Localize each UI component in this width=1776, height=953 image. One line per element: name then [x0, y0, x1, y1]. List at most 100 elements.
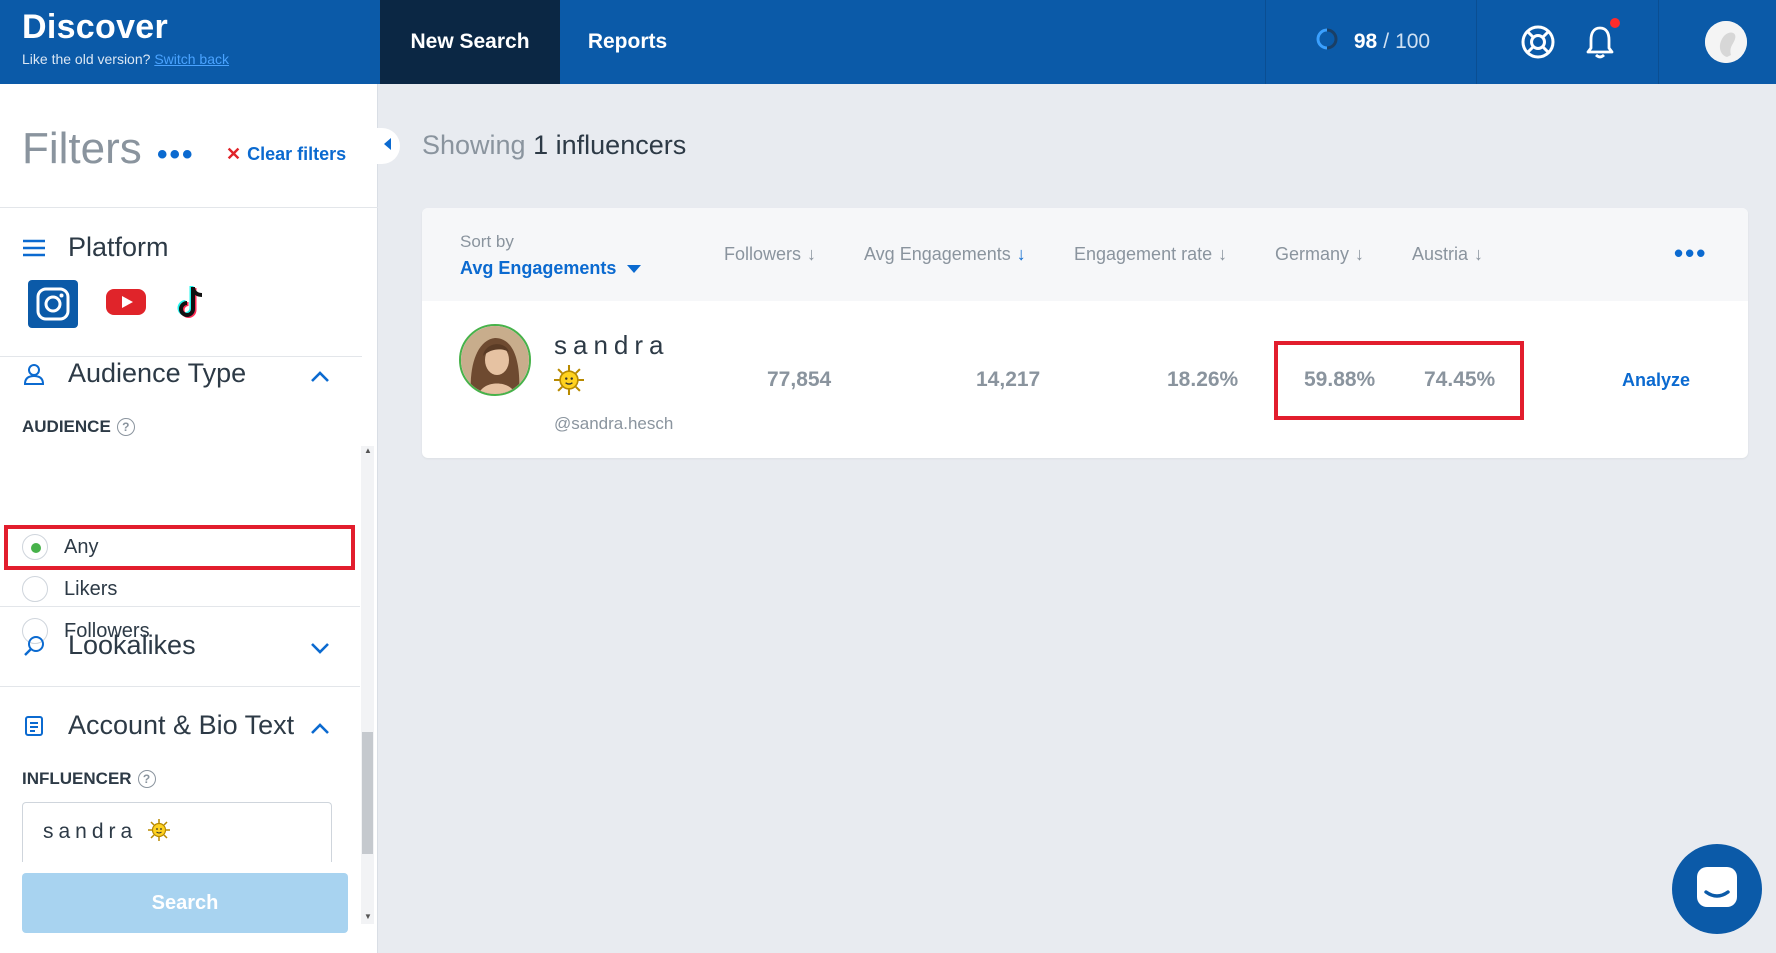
chat-icon: [1694, 864, 1740, 915]
arrow-down-icon: ↓: [1016, 244, 1026, 264]
engagement-rate-value: 18.26%: [1167, 368, 1239, 391]
divider: [0, 686, 360, 687]
chevron-up-icon[interactable]: [310, 370, 330, 389]
lookalikes-label: Lookalikes: [68, 630, 196, 660]
divider: [0, 207, 378, 208]
avg-engagements-value: 14,217: [976, 368, 1041, 391]
results-table: Sort by Avg Engagements Followers ↓ Avg E…: [422, 208, 1748, 458]
caret-left-icon: [384, 137, 392, 155]
credits-used: 98: [1353, 30, 1378, 53]
old-version-prompt: Like the old version? Switch back: [22, 51, 229, 67]
caret-down-icon: [621, 258, 642, 278]
showing-prefix: Showing: [422, 130, 526, 160]
top-navigation-bar: Discover Like the old version? Switch ba…: [0, 0, 1776, 84]
arrow-down-icon: ↓: [1218, 244, 1228, 264]
results-summary: Showing 1 influencers: [422, 130, 686, 161]
user-icon: [22, 362, 46, 386]
sort-by-label: Sort by: [460, 232, 514, 251]
platform-icons: [28, 280, 210, 328]
column-header-avg-engagements[interactable]: Avg Engagements ↓: [864, 244, 1026, 265]
sort-by-dropdown[interactable]: Sort by Avg Engagements: [460, 232, 642, 279]
divider: [0, 356, 362, 357]
column-header-engagement-rate[interactable]: Engagement rate ↓: [1074, 244, 1227, 265]
divider: [1658, 0, 1659, 84]
highlight-box: [1274, 341, 1524, 420]
menu-lines-icon: [22, 236, 46, 260]
table-more-button[interactable]: •••: [1674, 238, 1707, 269]
filters-more-button[interactable]: •••: [157, 138, 195, 172]
document-icon: [22, 714, 46, 738]
influencer-sub-label: INFLUENCER ?: [22, 769, 156, 789]
account-bio-section-header[interactable]: Account & Bio Text: [22, 710, 294, 741]
divider: [1476, 0, 1477, 84]
help-question-icon[interactable]: ?: [116, 418, 135, 436]
radio-button[interactable]: [22, 576, 48, 602]
followers-value: 77,854: [767, 368, 832, 391]
filters-header: Filters ••• ✕ Clear filters: [22, 124, 362, 194]
influencer-name: sandra: [554, 330, 670, 402]
tiktok-icon[interactable]: [174, 283, 210, 326]
influencer-field-value: sandra: [43, 820, 138, 843]
lookalikes-section-header[interactable]: Lookalikes: [22, 630, 196, 661]
influencer-avatar[interactable]: [459, 324, 531, 396]
app-title: Discover: [22, 8, 169, 46]
column-header-germany[interactable]: Germany ↓: [1275, 244, 1364, 265]
credits-ring-icon: [1312, 28, 1342, 56]
credits-separator: /: [1383, 30, 1390, 53]
divider: [0, 606, 360, 607]
scroll-down-arrow-icon[interactable]: ▼: [364, 912, 372, 921]
influencer-caption: INFLUENCER: [22, 769, 132, 788]
sidebar-scrollbar-thumb[interactable]: [362, 732, 373, 854]
influencer-name-text: sandra: [554, 330, 670, 360]
arrow-down-icon: ↓: [1355, 244, 1365, 264]
search-bubble-icon: [22, 634, 46, 658]
sort-by-selected: Avg Engagements: [460, 258, 617, 278]
tab-new-search[interactable]: New Search: [380, 0, 560, 84]
instagram-icon[interactable]: [28, 280, 78, 328]
audience-type-section-header[interactable]: Audience Type: [22, 358, 246, 389]
analyze-button[interactable]: Analyze: [1622, 370, 1690, 391]
search-button[interactable]: Search: [22, 873, 348, 933]
chat-support-button[interactable]: [1672, 844, 1762, 934]
collapse-sidebar-button[interactable]: [376, 128, 400, 164]
column-header-label: Austria: [1412, 244, 1469, 264]
user-avatar[interactable]: [1700, 0, 1752, 84]
credits-counter: 98 / 100: [1266, 0, 1476, 84]
close-icon: ✕: [226, 144, 242, 164]
notification-dot: [1610, 18, 1620, 28]
platform-label: Platform: [68, 232, 169, 262]
audience-type-label: Audience Type: [68, 358, 247, 388]
chevron-up-icon[interactable]: [310, 722, 330, 741]
audience-caption: AUDIENCE: [22, 417, 111, 436]
scroll-up-arrow-icon[interactable]: ▲: [364, 446, 372, 455]
showing-suffix: influencers: [555, 130, 687, 160]
column-header-label: Followers: [724, 244, 802, 264]
help-question-icon[interactable]: ?: [137, 770, 156, 788]
column-header-label: Avg Engagements: [864, 244, 1011, 264]
results-count: 1: [533, 130, 549, 160]
audience-sub-label: AUDIENCE ?: [22, 417, 135, 437]
sort-by-value: Avg Engagements: [460, 258, 642, 279]
switch-back-link[interactable]: Switch back: [154, 51, 229, 67]
account-bio-label: Account & Bio Text: [68, 710, 295, 740]
platform-section-header: Platform: [22, 232, 169, 263]
old-version-text: Like the old version?: [22, 51, 151, 67]
sun-emoji-icon: [148, 819, 171, 843]
clear-filters-label: Clear filters: [247, 144, 347, 164]
influencer-handle: @sandra.hesch: [554, 414, 674, 433]
influencer-search-field[interactable]: sandra: [22, 802, 332, 862]
arrow-down-icon: ↓: [807, 244, 817, 264]
column-header-austria[interactable]: Austria ↓: [1412, 244, 1483, 265]
credits-total: 100: [1395, 30, 1431, 53]
notification-bell-icon[interactable]: [1574, 0, 1626, 84]
chevron-down-icon[interactable]: [310, 641, 330, 660]
clear-filters-button[interactable]: ✕ Clear filters: [226, 144, 346, 165]
audience-option-likers[interactable]: Likers: [22, 576, 117, 602]
column-header-label: Germany: [1275, 244, 1350, 264]
table-header: Sort by Avg Engagements Followers ↓ Avg E…: [422, 208, 1748, 301]
sun-emoji-icon: [554, 365, 670, 402]
help-lifebuoy-icon[interactable]: [1512, 0, 1564, 84]
column-header-followers[interactable]: Followers ↓: [724, 244, 816, 265]
tab-reports[interactable]: Reports: [560, 0, 695, 84]
youtube-icon[interactable]: [106, 287, 146, 322]
